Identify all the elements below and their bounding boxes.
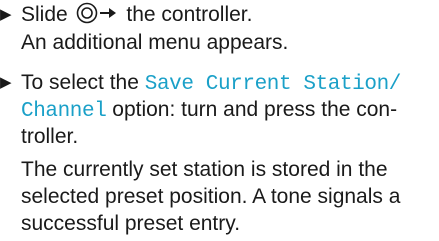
step-2-line-2: Channel option: turn and press the con- — [21, 97, 397, 123]
step-2-result-line-2: selected preset position. A tone signals… — [21, 185, 401, 208]
step-bullet-icon: ▶ — [0, 6, 12, 23]
step-1-text-after: the controller. — [126, 3, 253, 26]
step-2-result-line-3: successful preset entry. — [21, 212, 241, 235]
step-2-text-intro: To select the — [21, 71, 139, 94]
step-1-text-before: Slide — [21, 3, 68, 26]
step-2-result-line-1: The currently set station is stored in t… — [21, 158, 388, 181]
instruction-page: ▶ Slide the controller. An additional me… — [0, 0, 439, 241]
step-1-result: An additional menu appears. — [21, 31, 289, 54]
option-name-part-1: Save Current Station/ — [144, 73, 402, 96]
step-bullet-icon: ▶ — [0, 74, 12, 91]
step-2-text-continued: option: turn and press the con- — [112, 98, 398, 121]
step-2-line-3: troller. — [21, 125, 79, 148]
option-name-part-2: Channel — [21, 100, 107, 123]
controller-slide-right-icon — [76, 2, 120, 31]
